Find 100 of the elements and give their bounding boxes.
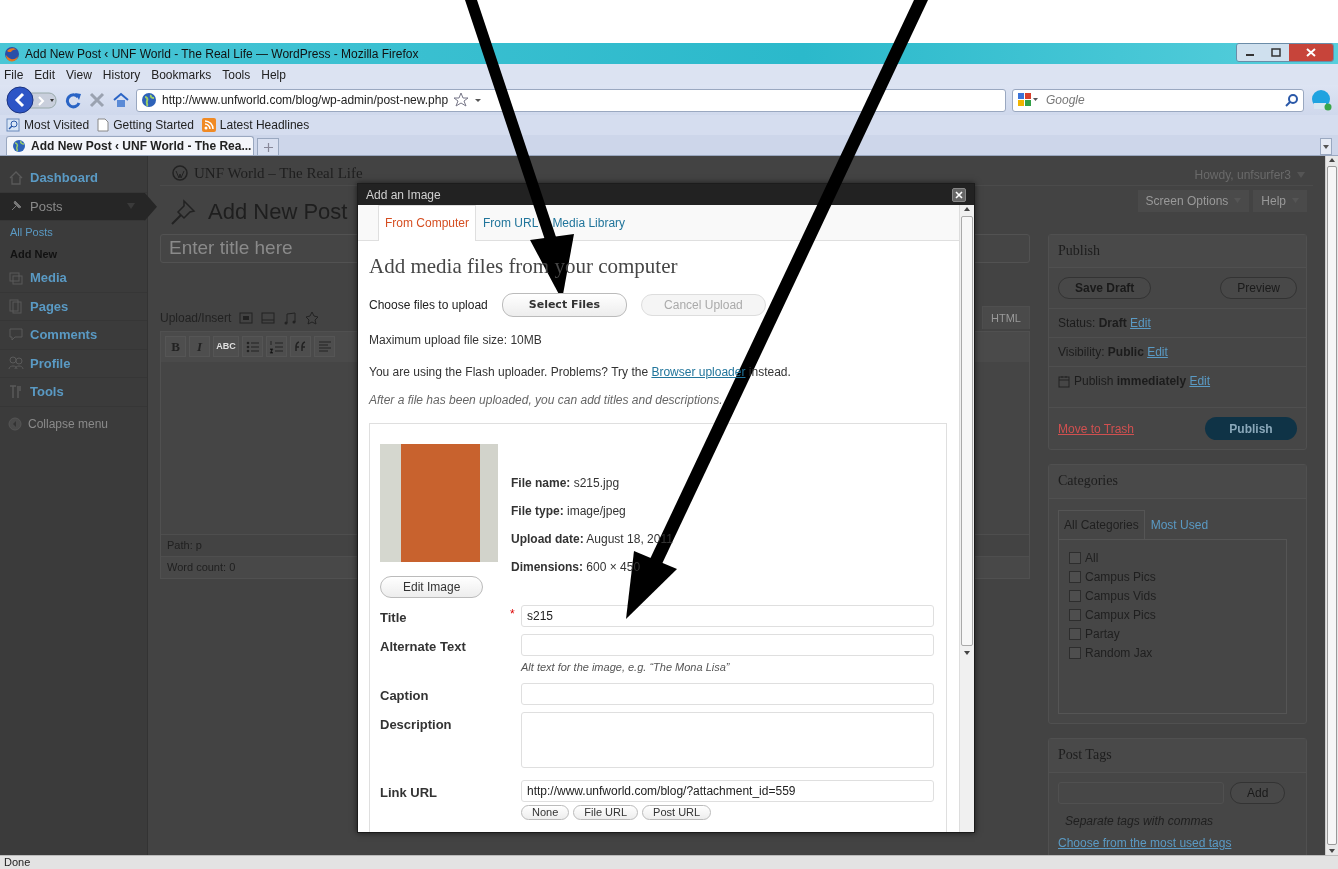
search-field[interactable]: Google (1012, 88, 1304, 112)
sidebar-item[interactable]: Media (0, 264, 147, 293)
field-label: Description (380, 716, 453, 734)
page-icon (97, 118, 110, 132)
dialog-tab[interactable]: Media Library (545, 205, 633, 240)
bookmark-link[interactable]: Most Visited (24, 116, 90, 134)
text-field[interactable] (521, 682, 934, 705)
scroll-down-icon[interactable] (963, 649, 971, 657)
most-used-tags-link[interactable]: Choose from the most used tags (1058, 835, 1232, 850)
bookmark-link[interactable]: Latest Headlines (219, 116, 310, 134)
browser-tab[interactable]: Add New Post ‹ UNF World - The Rea... (6, 136, 254, 155)
close-button[interactable] (952, 187, 966, 202)
back-arrow-icon[interactable] (6, 86, 58, 114)
stop-icon[interactable] (88, 91, 106, 109)
sidebar-item[interactable]: Dashboard (0, 164, 147, 193)
image-icon[interactable] (239, 310, 254, 325)
required-mark: * (510, 606, 515, 621)
menu-item[interactable]: Edit (34, 65, 56, 84)
bookmark-link[interactable]: Getting Started (113, 116, 194, 134)
google-icon[interactable] (1017, 92, 1039, 108)
star-burst-icon[interactable] (305, 310, 320, 325)
format-button[interactable]: ABC (213, 336, 239, 357)
align-left-icon (316, 338, 333, 355)
file-detail: File type: image/jpeg (511, 503, 626, 518)
screen-tab-button[interactable]: Screen Options (1137, 189, 1250, 212)
chat-app-icon[interactable] (1310, 89, 1332, 111)
scrollbar-thumb[interactable] (961, 216, 973, 646)
link-option-button[interactable]: Post URL (642, 804, 712, 820)
numbered-list-button[interactable] (266, 336, 287, 357)
bullet-list-button[interactable] (242, 336, 263, 357)
magnifier-page-icon (6, 118, 20, 132)
html-tab[interactable]: HTML (982, 305, 1030, 330)
dialog-tab[interactable]: From URL (476, 205, 546, 240)
url-text: http://www.unfworld.com/blog/wp-admin/post-new.php (162, 92, 449, 109)
music-note-icon[interactable] (283, 310, 298, 325)
sidebar-item[interactable]: Posts (0, 192, 157, 221)
file-detail: File name: s215.jpg (511, 475, 620, 490)
search-input[interactable]: Google (1044, 90, 1280, 110)
quote-button[interactable] (290, 336, 311, 357)
sidebar-item[interactable]: Comments (0, 321, 147, 350)
checkbox[interactable] (1069, 570, 1081, 583)
window-title: Add New Post ‹ UNF World - The Real Life — WordPress - Mozilla Firefox (25, 45, 419, 63)
upload-note: After a file has been uploaded, you can add titles and descriptions. (369, 391, 724, 409)
category-tab[interactable]: Most Used (1144, 510, 1215, 540)
home-icon[interactable] (112, 91, 130, 109)
close-icon[interactable] (1306, 48, 1316, 57)
menu-item[interactable]: Bookmarks (151, 65, 212, 84)
dialog-tab[interactable]: From Computer (378, 205, 477, 241)
people-icon (8, 355, 24, 372)
new-tab-plus-icon[interactable] (263, 142, 273, 152)
tools-icon (8, 383, 24, 400)
text-field[interactable]: http://www.unfworld.com/blog/?attachment_id=559 (521, 780, 934, 802)
collapse-menu-link[interactable]: Collapse menu (28, 414, 109, 433)
reload-icon[interactable] (64, 91, 82, 109)
move-to-trash-link[interactable]: Move to Trash (1058, 419, 1135, 438)
select-files-button[interactable]: Select Files (501, 292, 628, 317)
checkbox[interactable] (1069, 627, 1081, 640)
link-option-button[interactable]: None (521, 804, 570, 820)
field-label: Caption (380, 686, 430, 705)
firefox-icon (4, 45, 20, 62)
screen-tab-button[interactable]: Help (1253, 189, 1307, 212)
edit-image-button[interactable]: Edit Image (380, 575, 484, 598)
dropdown-icon[interactable] (1322, 143, 1330, 150)
checkbox[interactable] (1069, 589, 1081, 602)
text-field[interactable] (521, 634, 934, 656)
link-option-button[interactable]: File URL (573, 804, 639, 820)
submenu-item[interactable]: All Posts (0, 221, 147, 243)
sidebar-item[interactable]: Profile (0, 349, 147, 378)
menu-item[interactable]: Tools (222, 65, 251, 84)
house-icon (8, 169, 24, 186)
maximize-icon[interactable] (1271, 48, 1281, 57)
edit-link[interactable]: Edit (1189, 374, 1211, 389)
edit-link[interactable]: Edit (1130, 316, 1151, 331)
globe-icon (141, 92, 157, 108)
align-left-button[interactable] (314, 336, 335, 357)
edit-link[interactable]: Edit (1147, 345, 1168, 360)
speech-bubble-icon (8, 326, 24, 343)
sidebar-item[interactable]: Pages (0, 292, 147, 321)
scrollbar-thumb[interactable] (1327, 166, 1337, 845)
text-field[interactable]: s215 (521, 604, 934, 627)
menu-item[interactable]: Help (261, 65, 286, 84)
publish-button[interactable]: Publish (1205, 417, 1297, 441)
menu-item[interactable]: View (66, 65, 92, 84)
dropdown-icon[interactable] (474, 96, 483, 104)
sidebar-item[interactable]: Tools (0, 378, 147, 407)
checkbox[interactable] (1069, 646, 1081, 659)
field-label: Alternate Text (380, 638, 467, 656)
globe-icon (12, 139, 26, 153)
checkbox[interactable] (1069, 551, 1081, 564)
calendar-icon (1058, 374, 1070, 388)
status-text: Done (4, 855, 31, 869)
search-icon[interactable] (1285, 93, 1299, 107)
menu-item[interactable]: History (102, 65, 141, 84)
star-icon[interactable] (453, 92, 470, 108)
max-size-text: Maximum upload file size: 10MB (369, 331, 543, 349)
close-icon (955, 190, 963, 199)
description-field[interactable] (521, 712, 934, 768)
video-icon[interactable] (261, 310, 276, 325)
menu-item[interactable]: File (4, 65, 24, 84)
checkbox[interactable] (1069, 608, 1081, 621)
